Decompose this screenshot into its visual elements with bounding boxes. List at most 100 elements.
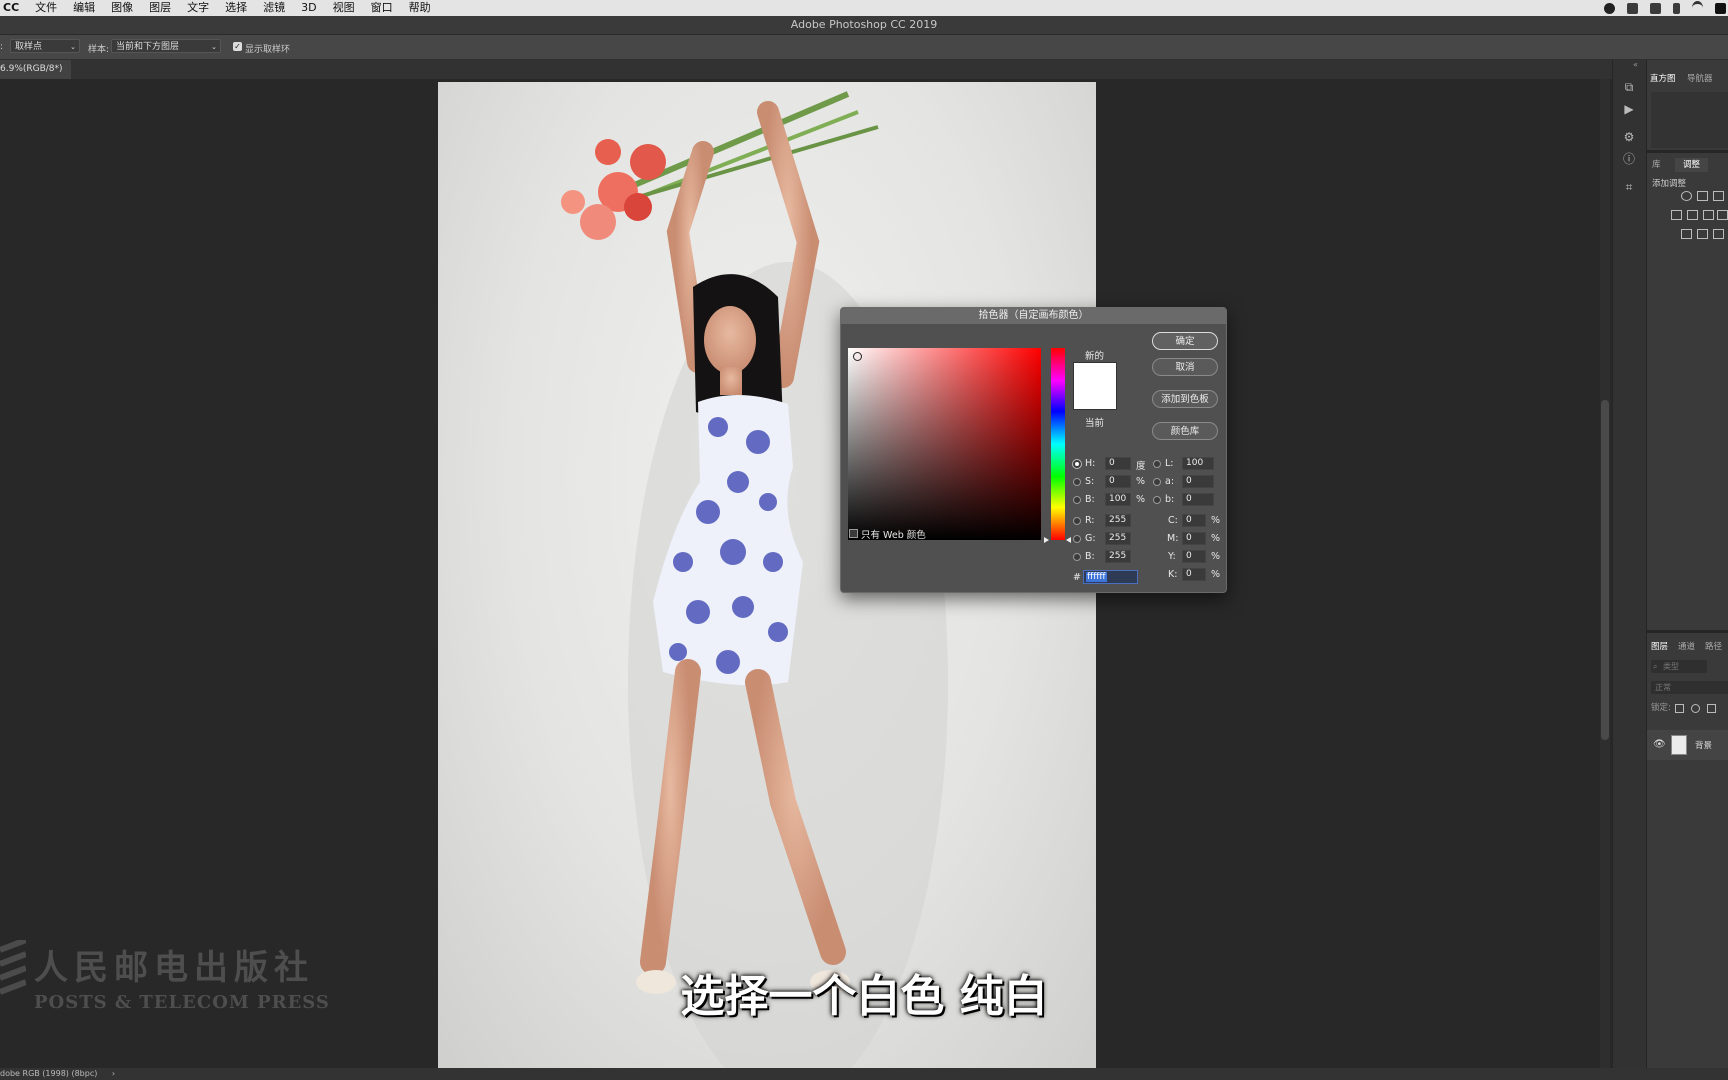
posterize-adjust-icon[interactable]	[1697, 229, 1708, 239]
new-color-swatch	[1073, 362, 1117, 410]
video-subtitle: 选择一个白色 纯白	[680, 971, 1048, 1022]
color-libraries-button[interactable]: 颜色库	[1152, 422, 1218, 440]
lab-b-radio[interactable]	[1153, 496, 1161, 504]
histogram-view	[1651, 92, 1728, 148]
red-radio[interactable]	[1073, 517, 1081, 525]
tab-paths[interactable]: 路径	[1705, 640, 1722, 654]
bw-adjust-icon[interactable]	[1703, 210, 1714, 220]
menu-help[interactable]: 帮助	[401, 0, 439, 16]
layer-name[interactable]: 背景	[1695, 739, 1712, 751]
add-to-swatches-button[interactable]: 添加到色板	[1152, 390, 1218, 408]
record-icon[interactable]	[1604, 2, 1615, 14]
menu-layer[interactable]: 图层	[141, 0, 179, 16]
green-radio[interactable]	[1073, 535, 1081, 543]
gradient-map-adjust-icon[interactable]	[1713, 229, 1724, 239]
stack-icon[interactable]	[1650, 2, 1661, 14]
tab-histogram[interactable]: 直方图	[1650, 72, 1676, 86]
brush-settings-icon[interactable]: ⌗	[1622, 180, 1636, 194]
menu-select[interactable]: 选择	[217, 0, 255, 16]
web-colors-only-checkbox[interactable]	[849, 529, 858, 538]
collapse-panels-icon[interactable]: «	[1633, 60, 1638, 69]
cancel-button[interactable]: 取消	[1152, 358, 1218, 376]
lock-position-icon[interactable]	[1707, 704, 1716, 713]
hue-radio[interactable]	[1073, 460, 1081, 468]
tab-channels[interactable]: 通道	[1678, 640, 1695, 654]
input-source-icon[interactable]	[1715, 2, 1726, 14]
saturation-brightness-field[interactable]	[848, 348, 1041, 540]
properties-icon[interactable]: ⚙	[1622, 130, 1636, 144]
invert-adjust-icon[interactable]	[1681, 229, 1692, 239]
menu-filter[interactable]: 滤镜	[255, 0, 293, 16]
bluetooth-icon[interactable]	[1673, 2, 1680, 14]
layer-row[interactable]: 👁︎ 背景	[1647, 730, 1728, 760]
lab-a-label: a:	[1165, 476, 1175, 487]
menu-window[interactable]: 窗口	[363, 0, 401, 16]
info-icon[interactable]: ⓘ	[1622, 152, 1636, 166]
menu-edit[interactable]: 编辑	[65, 0, 103, 16]
chevron-down-icon: ⌄	[70, 43, 76, 51]
vibrance-adjust-icon[interactable]	[1671, 210, 1682, 220]
display-icon[interactable]	[1627, 2, 1638, 14]
blue-radio[interactable]	[1073, 553, 1081, 561]
lab-a-input[interactable]: 0	[1182, 475, 1214, 488]
sample-layers-select[interactable]: 当前和下方图层 ⌄	[111, 39, 221, 53]
lock-pixels-icon[interactable]	[1691, 704, 1700, 713]
tab-navigator[interactable]: 导航器	[1687, 72, 1713, 86]
levels-adjust-icon[interactable]	[1697, 191, 1708, 201]
show-ring-checkbox[interactable]: ✓	[233, 42, 242, 51]
lab-l-radio[interactable]	[1153, 460, 1161, 468]
photo-filter-adjust-icon[interactable]	[1717, 210, 1728, 220]
search-icon: ⌕	[1653, 662, 1658, 671]
black-input[interactable]: 0	[1182, 568, 1206, 581]
hue-slider-handle-right[interactable]	[1066, 537, 1071, 543]
document-tab[interactable]: 6.9%(RGB/8*)	[0, 60, 71, 79]
ok-button[interactable]: 确定	[1152, 332, 1218, 350]
lab-b-input[interactable]: 0	[1182, 493, 1214, 506]
yellow-input[interactable]: 0	[1182, 550, 1206, 563]
layer-thumbnail	[1671, 735, 1687, 755]
history-icon[interactable]: ⧉	[1622, 80, 1636, 94]
lab-l-input[interactable]: 100	[1182, 457, 1214, 470]
cyan-input[interactable]: 0	[1182, 514, 1206, 527]
saturation-radio[interactable]	[1073, 478, 1081, 486]
red-input[interactable]: 255	[1105, 514, 1131, 527]
brightness-adjust-icon[interactable]	[1681, 191, 1692, 201]
hue-slider-handle-left[interactable]	[1044, 537, 1049, 543]
brightness-input[interactable]: 100	[1105, 493, 1131, 506]
color-balance-adjust-icon[interactable]	[1687, 210, 1698, 220]
status-bar: dobe RGB (1998) (8bpc) ›	[0, 1068, 1728, 1080]
sample-size-select[interactable]: 取样点 ⌄	[10, 39, 80, 53]
tab-library[interactable]: 库	[1652, 158, 1661, 172]
saturation-input[interactable]: 0	[1105, 475, 1131, 488]
lock-transparency-icon[interactable]	[1675, 704, 1684, 713]
m-unit: %	[1211, 533, 1221, 544]
hue-input[interactable]: 0	[1105, 457, 1131, 470]
status-menu-arrow[interactable]: ›	[112, 1069, 115, 1078]
menu-type[interactable]: 文字	[179, 0, 217, 16]
magenta-input[interactable]: 0	[1182, 532, 1206, 545]
blue-input[interactable]: 255	[1105, 550, 1131, 563]
color-field-cursor[interactable]	[853, 352, 862, 361]
right-panels: 直方图 导航器 库 调整 添加调整 图层 通道 路径 ⌕ 类型 正常 锁定: 👁…	[1646, 60, 1728, 1080]
hue-slider[interactable]	[1051, 348, 1065, 540]
brightness-radio[interactable]	[1073, 496, 1081, 504]
wifi-icon[interactable]	[1692, 1, 1703, 15]
web-colors-only-label: 只有 Web 颜色	[861, 530, 926, 541]
green-input[interactable]: 255	[1105, 532, 1131, 545]
visibility-eye-icon[interactable]: 👁︎	[1653, 739, 1666, 750]
lab-a-radio[interactable]	[1153, 478, 1161, 486]
actions-play-icon[interactable]: ▶	[1622, 102, 1636, 116]
menu-3d[interactable]: 3D	[293, 0, 324, 16]
menu-image[interactable]: 图像	[103, 0, 141, 16]
menu-app[interactable]: CC	[0, 0, 27, 16]
menu-file[interactable]: 文件	[27, 0, 65, 16]
hex-input[interactable]: ffffff	[1083, 570, 1138, 584]
tab-adjustments[interactable]: 调整	[1675, 158, 1709, 172]
color-picker-dialog: 拾色器（自定画布颜色） 新的 当前 确定 取消 添加到色板 颜色库 H: 0 度…	[840, 307, 1227, 593]
blend-mode-select[interactable]: 正常	[1651, 681, 1728, 694]
tab-layers[interactable]: 图层	[1651, 640, 1668, 654]
vertical-scroll-thumb[interactable]	[1601, 400, 1609, 740]
menu-view[interactable]: 视图	[325, 0, 363, 16]
curves-adjust-icon[interactable]	[1713, 191, 1724, 201]
layer-filter-search[interactable]: ⌕ 类型	[1651, 660, 1707, 673]
